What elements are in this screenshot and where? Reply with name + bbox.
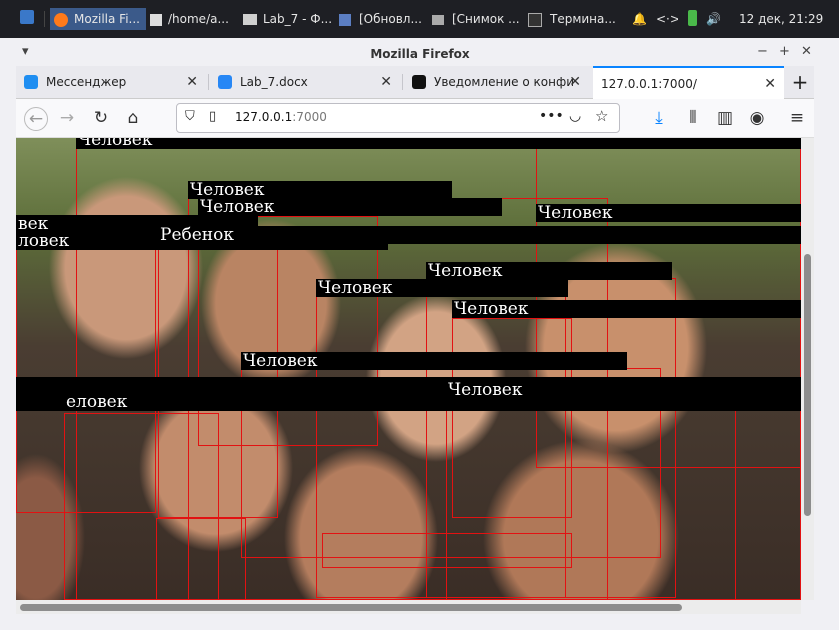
detection-label: Человек [426,262,672,280]
close-tab-icon[interactable]: ✕ [569,66,581,98]
close-tab-icon[interactable]: ✕ [380,66,392,98]
editor-icon [150,13,162,26]
taskbar-item-lab7[interactable]: Lab_7 - Ф... [243,10,331,28]
detection-label: Человек [198,198,502,216]
bell-icon[interactable]: 🔔 [632,10,646,28]
window-title: Mozilla Firefox [370,47,470,61]
back-button[interactable]: ← [24,107,48,131]
detection-label: Человек [316,279,568,297]
taskbar-item-files[interactable]: /home/a... [150,10,235,28]
tab-messenger[interactable]: Мессенджер ✕ [16,66,206,98]
detection-label: Человек [452,300,801,318]
tab-separator [208,74,209,90]
detection-label: Человек [76,138,801,149]
taskbar-item-update[interactable]: [Обновл... [339,10,444,28]
vertical-scroll-thumb[interactable] [804,254,811,516]
tab-lab7[interactable]: Lab_7.docx ✕ [210,66,400,98]
library-icon[interactable]: ⫴ [682,107,704,129]
tab-strip: Мессенджер ✕ Lab_7.docx ✕ Уведомление о … [16,66,814,99]
pocket-icon[interactable]: ◡ [569,108,581,124]
network-icon[interactable]: <·> [656,10,678,28]
page-content[interactable]: Человек Человек Человек Человек век лове… [16,138,801,600]
firefox-icon [54,12,68,27]
close-tab-icon[interactable]: ✕ [186,66,198,98]
tab-localhost[interactable]: 127.0.0.1:7000/ ✕ [593,66,784,99]
home-button[interactable]: ⌂ [122,107,144,129]
bookmark-star-icon[interactable]: ☆ [595,107,608,125]
close-tab-icon[interactable]: ✕ [764,68,776,100]
url-text[interactable]: 127.0.0.1:7000 [235,110,327,124]
new-tab-button[interactable]: + [790,66,810,98]
battery-icon[interactable] [688,10,697,26]
start-menu-icon[interactable] [20,10,34,24]
shield-icon[interactable]: ⛉ [185,109,195,124]
detection-label: Человек [536,204,801,222]
clock[interactable]: 12 дек, 21:29 [739,10,837,28]
tab-separator [402,74,403,90]
camera-icon [432,14,444,25]
shield-icon [339,13,351,26]
account-icon[interactable]: ◉ [746,107,768,129]
detection-box [446,400,736,600]
maximize-button[interactable]: + [779,44,790,59]
os-taskbar: Mozilla Fi... /home/a... Lab_7 - Ф... [О… [0,0,839,38]
page-icon: ▯ [209,109,217,124]
menu-icon[interactable]: ≡ [786,107,808,129]
detection-label: Человек [188,181,452,199]
taskbar-item-firefox[interactable]: Mozilla Fi... [50,8,146,30]
close-window-button[interactable]: ✕ [801,44,812,59]
messenger-icon [24,75,38,89]
taskbar-separator [44,11,45,27]
vk-icon [218,75,232,89]
downloads-icon[interactable]: ⤓ [648,107,670,129]
minimize-button[interactable]: − [757,44,768,59]
tab-notification[interactable]: Уведомление о конфи ✕ [404,66,589,98]
taskbar-item-screenshot[interactable]: [Снимок ... [432,10,522,28]
detection-label: Ребенок [158,226,801,244]
detection-label: Человек [241,352,627,370]
vertical-scrollbar[interactable] [801,138,814,600]
folder-icon [243,14,257,25]
reload-button[interactable]: ↻ [90,107,112,129]
url-bar[interactable]: ⛉ ▯ 127.0.0.1:7000 ••• ◡ ☆ [176,103,620,133]
volume-icon[interactable]: 🔊 [706,10,722,28]
page-actions-icon[interactable]: ••• [539,108,564,124]
horizontal-scroll-thumb[interactable] [20,604,682,611]
detection-label: Человек [446,381,801,399]
terminal-icon [528,12,542,27]
taskbar-item-terminal[interactable]: Термина... [528,10,620,28]
detection-box [322,533,572,568]
horizontal-scrollbar[interactable] [16,600,801,614]
detection-box [156,518,246,600]
forward-button[interactable]: → [56,107,78,129]
sidebar-icon[interactable]: ▥ [714,107,736,129]
navigation-bar: ← → ↻ ⌂ ⛉ ▯ 127.0.0.1:7000 ••• ◡ ☆ ⤓ ⫴ ▥… [16,99,814,138]
m-icon [412,75,426,89]
